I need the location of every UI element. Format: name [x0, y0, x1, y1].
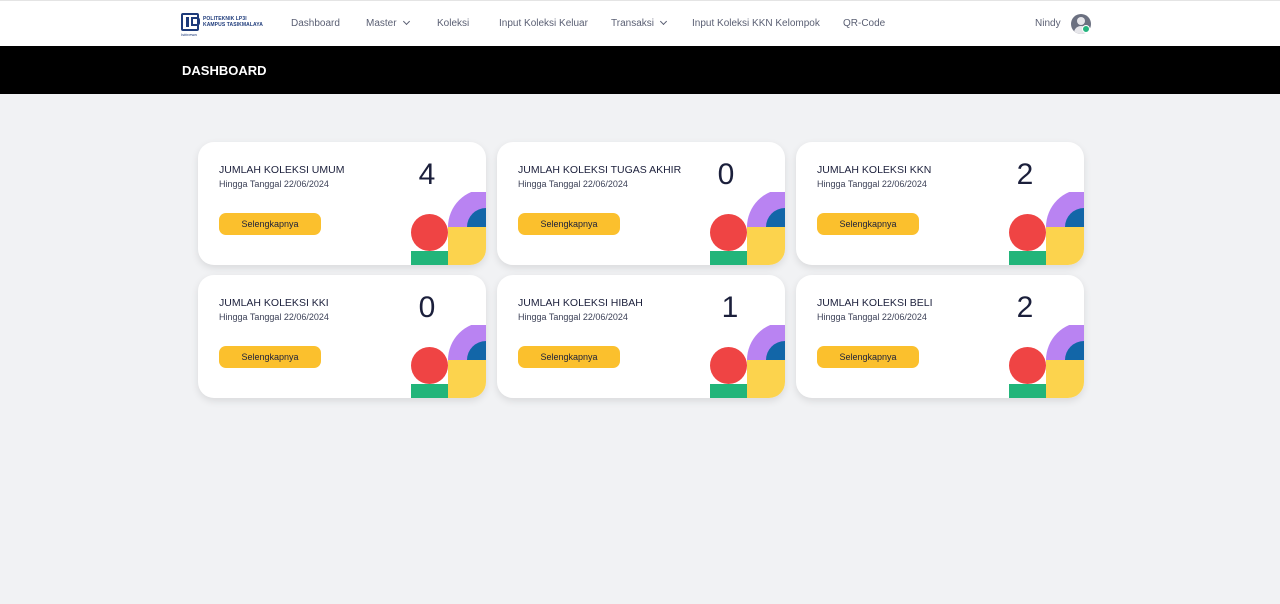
card-title: JUMLAH KOLEKSI BELI [817, 297, 933, 309]
selengkapnya-button[interactable]: Selengkapnya [518, 213, 620, 235]
card-date: Hingga Tanggal 22/06/2024 [518, 179, 628, 189]
stat-card-hibah: JUMLAH KOLEKSI HIBAH Hingga Tanggal 22/0… [497, 275, 785, 398]
card-decoration-icon [710, 325, 785, 398]
card-count: 4 [418, 158, 436, 191]
card-count: 0 [418, 291, 436, 324]
card-title: JUMLAH KOLEKSI UMUM [219, 164, 345, 176]
logo-text: POLITEKNIK LP3I KAMPUS TASIKMALAYA [203, 16, 263, 28]
card-count: 2 [1016, 158, 1034, 191]
page-header: DASHBOARD [0, 46, 1280, 94]
card-title: JUMLAH KOLEKSI KKN [817, 164, 932, 176]
card-decoration-icon [1009, 192, 1084, 265]
stat-card-umum: JUMLAH KOLEKSI UMUM Hingga Tanggal 22/06… [198, 142, 486, 265]
nav-master[interactable]: Master [366, 17, 410, 29]
card-decoration-icon [710, 192, 785, 265]
selengkapnya-button[interactable]: Selengkapnya [219, 213, 321, 235]
chevron-down-icon [659, 17, 668, 26]
selengkapnya-button[interactable]: Selengkapnya [817, 213, 919, 235]
selengkapnya-button[interactable]: Selengkapnya [219, 346, 321, 368]
card-decoration-icon [411, 325, 486, 398]
card-count: 1 [721, 291, 739, 324]
nav-transaksi[interactable]: Transaksi [611, 17, 668, 29]
logo-script: Istimewa [181, 32, 197, 37]
card-date: Hingga Tanggal 22/06/2024 [219, 179, 329, 189]
lp3i-logo[interactable]: POLITEKNIK LP3I KAMPUS TASIKMALAYA Istim… [181, 13, 263, 37]
nav-koleksi[interactable]: Koleksi [437, 18, 469, 29]
nav-input-koleksi-kkn-kelompok[interactable]: Input Koleksi KKN Kelompok [692, 18, 820, 29]
card-decoration-icon [1009, 325, 1084, 398]
stat-card-kki: JUMLAH KOLEKSI KKI Hingga Tanggal 22/06/… [198, 275, 486, 398]
card-count: 2 [1016, 291, 1034, 324]
nav-dashboard[interactable]: Dashboard [291, 18, 340, 29]
card-title: JUMLAH KOLEKSI HIBAH [518, 297, 643, 309]
nav-input-koleksi-keluar[interactable]: Input Koleksi Keluar [499, 18, 588, 29]
stat-card-tugas-akhir: JUMLAH KOLEKSI TUGAS AKHIR Hingga Tangga… [497, 142, 785, 265]
stat-card-beli: JUMLAH KOLEKSI BELI Hingga Tanggal 22/06… [796, 275, 1084, 398]
top-navbar: POLITEKNIK LP3I KAMPUS TASIKMALAYA Istim… [0, 0, 1280, 46]
card-title: JUMLAH KOLEKSI KKI [219, 297, 329, 309]
nav-qr-code[interactable]: QR-Code [843, 18, 885, 29]
online-status-icon [1082, 25, 1090, 33]
card-title: JUMLAH KOLEKSI TUGAS AKHIR [518, 164, 682, 176]
card-date: Hingga Tanggal 22/06/2024 [817, 179, 927, 189]
card-count: 0 [717, 158, 735, 191]
logo-mark-icon [181, 13, 200, 31]
page-title: DASHBOARD [182, 63, 267, 78]
card-date: Hingga Tanggal 22/06/2024 [219, 312, 329, 322]
stat-card-kkn: JUMLAH KOLEKSI KKN Hingga Tanggal 22/06/… [796, 142, 1084, 265]
chevron-down-icon [402, 17, 410, 26]
card-decoration-icon [411, 192, 486, 265]
user-name[interactable]: Nindy [1035, 18, 1061, 29]
selengkapnya-button[interactable]: Selengkapnya [518, 346, 620, 368]
card-date: Hingga Tanggal 22/06/2024 [518, 312, 628, 322]
selengkapnya-button[interactable]: Selengkapnya [817, 346, 919, 368]
card-date: Hingga Tanggal 22/06/2024 [817, 312, 927, 322]
